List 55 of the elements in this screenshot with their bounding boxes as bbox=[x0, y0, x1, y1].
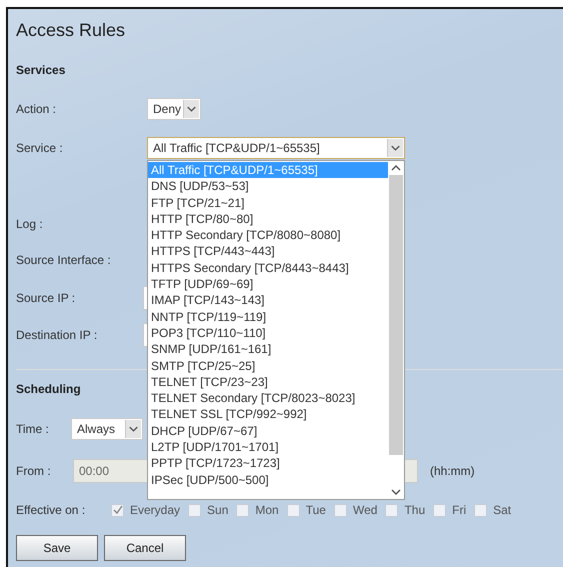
dropdown-option[interactable]: L2TP [UDP/1701~1701] bbox=[148, 439, 388, 456]
day-label: Sat bbox=[493, 503, 512, 517]
dropdown-option[interactable]: NNTP [TCP/119~119] bbox=[148, 308, 388, 325]
dropdown-option[interactable]: IMAP [TCP/143~143] bbox=[148, 292, 388, 309]
day-checkbox[interactable] bbox=[236, 504, 250, 516]
dropdown-option[interactable]: DHCP [UDP/67~67] bbox=[148, 422, 388, 440]
service-select[interactable]: All Traffic [TCP&UDP/1~65535] bbox=[147, 136, 405, 158]
day-label: Thu bbox=[404, 503, 426, 517]
dropdown-option[interactable]: HTTPS Secondary [TCP/8443~8443] bbox=[148, 260, 388, 276]
dropdown-caret-icon bbox=[125, 420, 141, 438]
cancel-button[interactable]: Cancel bbox=[104, 535, 186, 561]
day-checkbox[interactable] bbox=[188, 504, 202, 516]
section-heading: Scheduling bbox=[16, 382, 81, 396]
dropdown-caret-icon bbox=[183, 100, 199, 118]
field-label: Log : bbox=[16, 216, 44, 230]
dropdown-option[interactable]: SNMP [UDP/161~161] bbox=[148, 341, 388, 358]
time-select[interactable]: Always bbox=[71, 418, 143, 440]
day-label: Mon bbox=[255, 503, 279, 517]
day-label: Everyday bbox=[130, 503, 180, 517]
day-checkbox[interactable] bbox=[474, 504, 488, 516]
dropdown-caret-icon bbox=[387, 138, 403, 156]
day-label: Wed bbox=[352, 503, 378, 517]
field-label: Source IP : bbox=[16, 290, 76, 304]
field-label: Action : bbox=[16, 102, 58, 116]
field-label: Time : bbox=[16, 422, 50, 436]
section-heading: Services bbox=[16, 63, 66, 77]
dropdown-option[interactable]: HTTP [TCP/80~80] bbox=[148, 210, 388, 228]
day-label: Tue bbox=[306, 503, 326, 517]
day-checkbox[interactable] bbox=[385, 504, 398, 516]
dropdown-option[interactable]: TELNET Secondary [TCP/8023~8023] bbox=[148, 390, 388, 406]
dropdown-option[interactable]: TFTP [UDP/69~69] bbox=[148, 276, 388, 292]
unit-label: (hh:mm) bbox=[430, 464, 475, 478]
dropdown-option[interactable]: TELNET [TCP/23~23] bbox=[148, 374, 388, 390]
day-checkbox[interactable] bbox=[433, 504, 446, 516]
field-label: Source Interface : bbox=[16, 253, 112, 267]
checkmark-icon bbox=[112, 505, 122, 515]
field-label: From : bbox=[16, 464, 52, 478]
field-label: Effective on : bbox=[16, 503, 86, 517]
dropdown-option[interactable]: TELNET SSL [TCP/992~992] bbox=[148, 406, 388, 423]
dropdown-option[interactable]: HTTPS [TCP/443~443] bbox=[148, 243, 388, 260]
field-label: Service : bbox=[16, 140, 64, 154]
dropdown-option[interactable]: HTTP Secondary [TCP/8080~8080] bbox=[148, 227, 388, 244]
dropdown-option[interactable]: SMTP [TCP/25~25] bbox=[148, 358, 388, 374]
save-button[interactable]: Save bbox=[16, 535, 98, 561]
day-checkbox[interactable] bbox=[334, 504, 347, 516]
action-select[interactable]: Deny bbox=[147, 98, 201, 120]
day-checkbox[interactable] bbox=[111, 504, 124, 516]
field-label: Destination IP : bbox=[16, 328, 98, 342]
dropdown-option[interactable]: FTP [TCP/21~21] bbox=[148, 194, 388, 211]
dropdown-option[interactable]: POP3 [TCP/110~110] bbox=[148, 324, 388, 342]
page-title: Access Rules bbox=[16, 20, 126, 40]
day-label: Sun bbox=[207, 503, 228, 517]
day-checkbox[interactable] bbox=[286, 504, 300, 516]
dropdown-option[interactable]: DNS [UDP/53~53] bbox=[148, 178, 388, 195]
day-label: Fri bbox=[452, 503, 466, 517]
